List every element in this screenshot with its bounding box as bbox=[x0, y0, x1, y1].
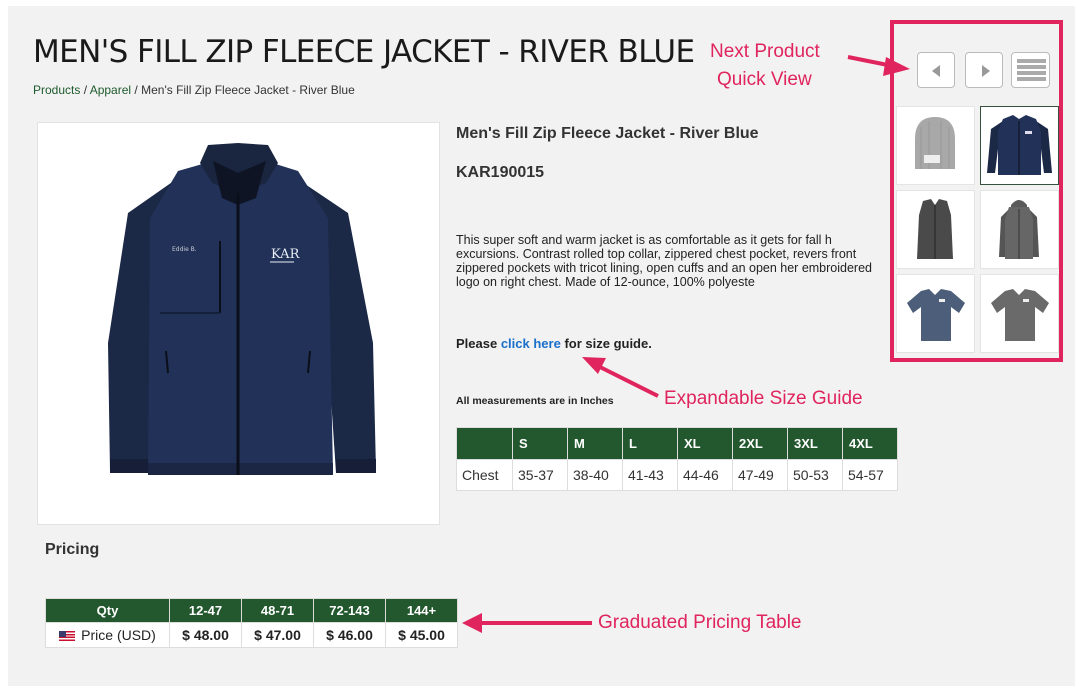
beanie-image bbox=[915, 117, 955, 169]
us-flag-icon bbox=[59, 631, 76, 641]
size-header-l: L bbox=[622, 427, 678, 460]
price-header-tier: 72-143 bbox=[313, 598, 386, 623]
size-guide-suffix: for size guide. bbox=[560, 336, 652, 351]
breadcrumb-separator: / bbox=[80, 83, 90, 97]
size-cell: 38-40 bbox=[567, 459, 623, 491]
thumb-hooded-jacket[interactable] bbox=[980, 190, 1059, 269]
price-header-qty: Qty bbox=[45, 598, 170, 623]
chevron-right-icon bbox=[982, 65, 990, 77]
kar-logo: KAR bbox=[271, 247, 301, 262]
size-cell: 47-49 bbox=[732, 459, 788, 491]
breadcrumb-products-link[interactable]: Products bbox=[33, 83, 80, 97]
thumb-polo-grey[interactable] bbox=[980, 274, 1059, 353]
hooded-jacket-image bbox=[999, 200, 1039, 259]
product-description: This super soft and warm jacket is as co… bbox=[456, 233, 872, 289]
price-cell: $ 48.00 bbox=[169, 622, 242, 648]
thumb-fleece-jacket[interactable] bbox=[980, 106, 1059, 185]
breadcrumb: Products / Apparel / Men's Fill Zip Flee… bbox=[33, 83, 355, 97]
size-guide-prefix: Please bbox=[456, 336, 501, 351]
pricing-title: Pricing bbox=[45, 541, 100, 558]
price-row-label-text: Price (USD) bbox=[81, 627, 156, 643]
size-header-xl: XL bbox=[677, 427, 733, 460]
size-cell: 54-57 bbox=[842, 459, 898, 491]
annotation-pricing-table: Graduated Pricing Table bbox=[598, 612, 802, 633]
size-header-m: M bbox=[567, 427, 623, 460]
breadcrumb-separator: / bbox=[131, 83, 142, 97]
size-cell: 35-37 bbox=[512, 459, 568, 491]
size-header-3xl: 3XL bbox=[787, 427, 843, 460]
breadcrumb-current: Men's Fill Zip Fleece Jacket - River Blu… bbox=[141, 83, 355, 97]
price-header-tier: 12-47 bbox=[169, 598, 242, 623]
size-header-2xl: 2XL bbox=[732, 427, 788, 460]
svg-text:Eddie B.: Eddie B. bbox=[172, 246, 197, 253]
size-row-label: Chest bbox=[456, 459, 513, 491]
size-table: S M L XL 2XL 3XL 4XL Chest 35-37 38-40 4… bbox=[456, 427, 898, 491]
size-table-header: S M L XL 2XL 3XL 4XL bbox=[456, 427, 898, 460]
price-cell: $ 45.00 bbox=[385, 622, 458, 648]
product-name: Men's Fill Zip Fleece Jacket - River Blu… bbox=[456, 125, 759, 142]
size-cell: 41-43 bbox=[622, 459, 678, 491]
measurement-note: All measurements are in Inches bbox=[456, 395, 614, 407]
annotation-size-guide: Expandable Size Guide bbox=[664, 388, 863, 409]
quick-view-thumbnails bbox=[896, 106, 1059, 354]
pricing-table-header: Qty 12-47 48-71 72-143 144+ bbox=[45, 598, 458, 623]
polo-blue-image bbox=[907, 289, 965, 341]
product-image[interactable]: Eddie B. KAR bbox=[37, 122, 440, 525]
pricing-table: Qty 12-47 48-71 72-143 144+ Price (USD) … bbox=[45, 598, 458, 648]
annotation-quick-view: Quick View bbox=[717, 69, 812, 90]
page-title: MEN'S FILL ZIP FLEECE JACKET - RIVER BLU… bbox=[33, 34, 695, 70]
size-guide-note: Please click here for size guide. bbox=[456, 336, 652, 351]
size-header-empty bbox=[456, 427, 513, 460]
prev-product-button[interactable] bbox=[917, 52, 955, 88]
price-header-tier: 144+ bbox=[385, 598, 458, 623]
size-header-s: S bbox=[512, 427, 568, 460]
fleece-jacket-image: Eddie B. KAR bbox=[108, 143, 376, 475]
size-table-row: Chest 35-37 38-40 41-43 44-46 47-49 50-5… bbox=[456, 459, 898, 491]
vest-image bbox=[917, 199, 953, 259]
annotation-next-product: Next Product bbox=[710, 41, 820, 62]
product-sku: KAR190015 bbox=[456, 164, 545, 181]
thumb-beanie[interactable] bbox=[896, 106, 975, 185]
price-header-tier: 48-71 bbox=[241, 598, 314, 623]
size-header-4xl: 4XL bbox=[842, 427, 898, 460]
fleece-jacket-thumb-image bbox=[987, 115, 1052, 175]
pricing-table-row: Price (USD) $ 48.00 $ 47.00 $ 46.00 $ 45… bbox=[45, 622, 458, 648]
list-icon bbox=[1017, 59, 1046, 81]
price-cell: $ 47.00 bbox=[241, 622, 314, 648]
thumb-vest[interactable] bbox=[896, 190, 975, 269]
breadcrumb-apparel-link[interactable]: Apparel bbox=[90, 83, 131, 97]
size-guide-link[interactable]: click here bbox=[501, 336, 561, 351]
thumb-polo-blue[interactable] bbox=[896, 274, 975, 353]
size-cell: 44-46 bbox=[677, 459, 733, 491]
price-cell: $ 46.00 bbox=[313, 622, 386, 648]
next-product-button[interactable] bbox=[965, 52, 1003, 88]
polo-grey-image bbox=[991, 289, 1049, 341]
price-row-label: Price (USD) bbox=[45, 622, 170, 648]
chevron-left-icon bbox=[932, 65, 940, 77]
size-cell: 50-53 bbox=[787, 459, 843, 491]
quick-view-list-button[interactable] bbox=[1011, 52, 1050, 88]
